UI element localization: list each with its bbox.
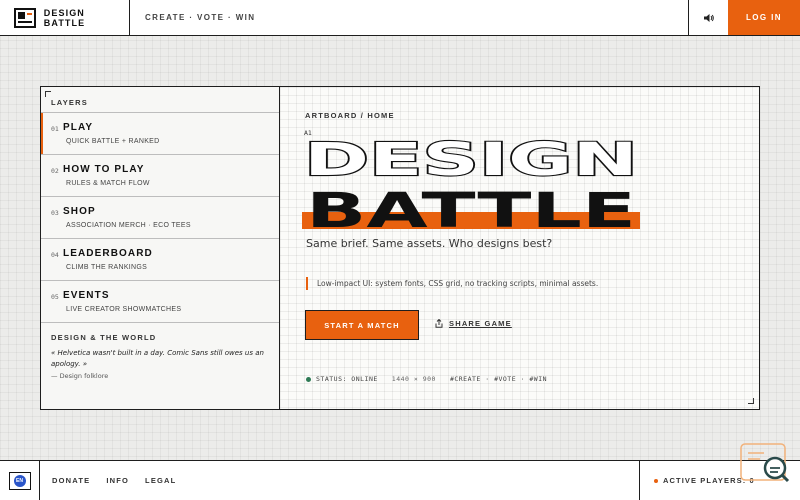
layer-subtitle: CLIMB THE RANKINGS xyxy=(66,264,148,271)
top-bar: DESIGN BATTLE CREATE · VOTE · WIN LOG IN xyxy=(0,0,800,36)
footer-links: DONATE INFO LEGAL xyxy=(40,461,639,500)
layers-title: LAYERS xyxy=(41,87,279,113)
layer-number: 01 xyxy=(51,125,59,133)
logo-icon xyxy=(14,7,36,28)
globe-icon: EN xyxy=(13,474,26,487)
layer-label: SHOP xyxy=(63,206,96,217)
layer-subtitle: QUICK BATTLE + RANKED xyxy=(66,138,160,145)
share-icon xyxy=(435,319,443,328)
headline-line1: DESIGN xyxy=(304,133,638,186)
start-match-button[interactable]: START A MATCH xyxy=(305,310,419,340)
layer-number: 02 xyxy=(51,167,59,175)
active-players: ACTIVE PLAYERS: 0 xyxy=(639,443,800,500)
sidebar-item-how-to-play[interactable]: 02 HOW TO PLAY RULES & MATCH FLOW xyxy=(41,155,279,197)
corner-mark-icon xyxy=(748,398,754,404)
players-dot-icon xyxy=(654,478,658,483)
world-title: DESIGN & THE WORLD xyxy=(51,333,157,342)
login-button[interactable]: LOG IN xyxy=(728,0,800,35)
world-quote: « Helvetica wasn't built in a day. Comic… xyxy=(51,349,264,368)
layer-subtitle: LIVE CREATOR SHOWMATCHES xyxy=(66,306,182,313)
status-dot-icon xyxy=(306,376,311,382)
design-world-section: DESIGN & THE WORLD « Helvetica wasn't bu… xyxy=(41,323,279,390)
breadcrumb: ARTBOARD / HOME xyxy=(305,111,395,120)
layer-number: 05 xyxy=(51,293,59,301)
brand[interactable]: DESIGN BATTLE xyxy=(0,0,130,35)
sound-toggle-button[interactable] xyxy=(688,0,728,35)
sidebar-item-events[interactable]: 05 EVENTS LIVE CREATOR SHOWMATCHES xyxy=(41,281,279,323)
layers-sidebar: LAYERS 01 PLAY QUICK BATTLE + RANKED 02 … xyxy=(41,87,280,409)
layer-label: HOW TO PLAY xyxy=(63,164,145,175)
tagline: CREATE · VOTE · WIN xyxy=(145,13,256,22)
world-attribution: — Design folklore xyxy=(51,372,109,380)
language-badge: EN xyxy=(8,471,31,490)
layer-label: LEADERBOARD xyxy=(63,248,153,259)
info-link[interactable]: INFO xyxy=(106,476,129,485)
status-bar: STATUS: ONLINE 1440 × 900 #CREATE · #VOT… xyxy=(306,375,547,383)
corner-mark-icon xyxy=(45,91,51,97)
layer-number: 03 xyxy=(51,209,59,217)
layer-subtitle: ASSOCIATION MERCH · ECO TEES xyxy=(66,222,191,229)
main-panel: LAYERS 01 PLAY QUICK BATTLE + RANKED 02 … xyxy=(40,86,760,410)
layer-label: PLAY xyxy=(63,122,94,133)
zoom-widget-icon[interactable] xyxy=(740,443,792,483)
resolution-text: 1440 × 900 xyxy=(391,375,436,383)
artboard: ARTBOARD / HOME A1 DESIGN BATTLE Same br… xyxy=(280,87,759,409)
layer-label: EVENTS xyxy=(63,290,110,301)
footer: EN DONATE INFO LEGAL ACTIVE PLAYERS: 0 xyxy=(0,443,800,500)
brand-name: DESIGN BATTLE xyxy=(43,7,86,28)
eco-note: Low-impact UI: system fonts, CSS grid, n… xyxy=(306,277,598,290)
legal-link[interactable]: LEGAL xyxy=(145,476,176,485)
layer-number: 04 xyxy=(51,251,59,259)
sidebar-item-play[interactable]: 01 PLAY QUICK BATTLE + RANKED xyxy=(41,113,279,155)
hero-title: DESIGN BATTLE xyxy=(302,133,640,233)
sidebar-item-leaderboard[interactable]: 04 LEADERBOARD CLIMB THE RANKINGS xyxy=(41,239,279,281)
headline-line2: BATTLE xyxy=(306,183,636,233)
share-label: SHARE GAME xyxy=(449,319,512,328)
layer-subtitle: RULES & MATCH FLOW xyxy=(66,180,150,187)
speaker-icon xyxy=(703,13,714,22)
status-text: STATUS: ONLINE xyxy=(316,375,378,383)
hashtags: #CREATE · #VOTE · #WIN xyxy=(449,375,548,383)
language-selector[interactable]: EN xyxy=(0,461,40,500)
donate-link[interactable]: DONATE xyxy=(52,476,90,485)
sidebar-item-shop[interactable]: 03 SHOP ASSOCIATION MERCH · ECO TEES xyxy=(41,197,279,239)
hero-subtitle: Same brief. Same assets. Who designs bes… xyxy=(306,237,553,250)
share-game-button[interactable]: SHARE GAME xyxy=(435,319,512,328)
